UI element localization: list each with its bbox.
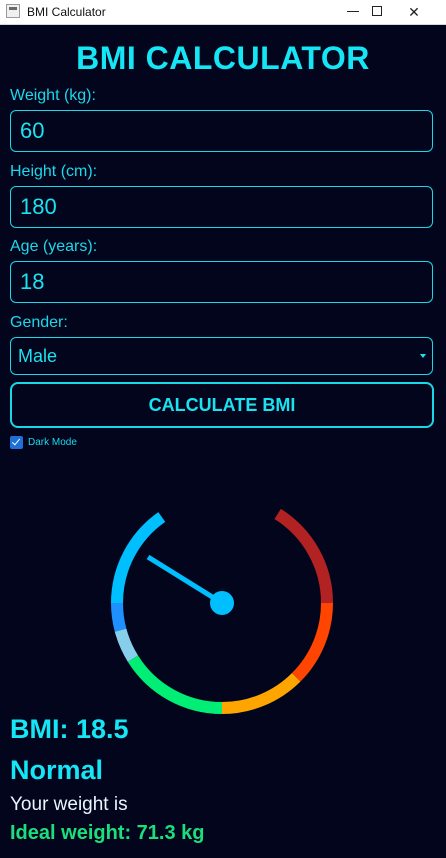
gauge-segment-4 <box>127 655 223 714</box>
gender-select[interactable]: Male <box>10 337 433 375</box>
bmi-gauge <box>111 508 333 714</box>
calculate-bmi-button[interactable]: CALCULATE BMI <box>10 382 434 428</box>
bmi-category: Normal <box>10 755 104 785</box>
age-label: Age (years): <box>10 238 98 255</box>
gender-label: Gender: <box>10 314 68 331</box>
height-label: Height (cm): <box>10 163 98 180</box>
gauge-segment-2 <box>111 602 127 632</box>
gender-selected-value: Male <box>18 346 58 366</box>
app-title: BMI CALCULATOR <box>76 40 370 76</box>
close-icon: ✕ <box>408 4 420 20</box>
close-button[interactable]: ✕ <box>394 0 434 24</box>
dropdown-caret-icon <box>420 354 426 358</box>
gauge-segment-7 <box>274 508 333 604</box>
weight-message: Your weight is <box>10 794 128 815</box>
gauge-segment-6 <box>291 602 333 682</box>
weight-label: Weight (kg): <box>10 87 96 104</box>
dark-mode-label: Dark Mode <box>28 437 77 448</box>
ideal-weight: Ideal weight: 71.3 kg <box>10 822 205 844</box>
app-icon <box>6 4 20 18</box>
age-input[interactable] <box>10 261 433 303</box>
gauge-segment-3 <box>114 628 139 662</box>
height-input[interactable] <box>10 186 433 228</box>
gauge-needle <box>146 554 224 606</box>
maximize-button[interactable] <box>357 0 397 24</box>
weight-input[interactable] <box>10 110 433 152</box>
window-title-bar: BMI Calculator ✕ <box>0 0 446 25</box>
maximize-icon <box>372 6 382 16</box>
bmi-value: BMI: 18.5 <box>10 714 129 744</box>
window-title: BMI Calculator <box>27 5 106 19</box>
gauge-segment-5 <box>221 672 301 714</box>
gauge-hub <box>210 591 234 615</box>
dark-mode-checkbox[interactable] <box>10 436 23 449</box>
